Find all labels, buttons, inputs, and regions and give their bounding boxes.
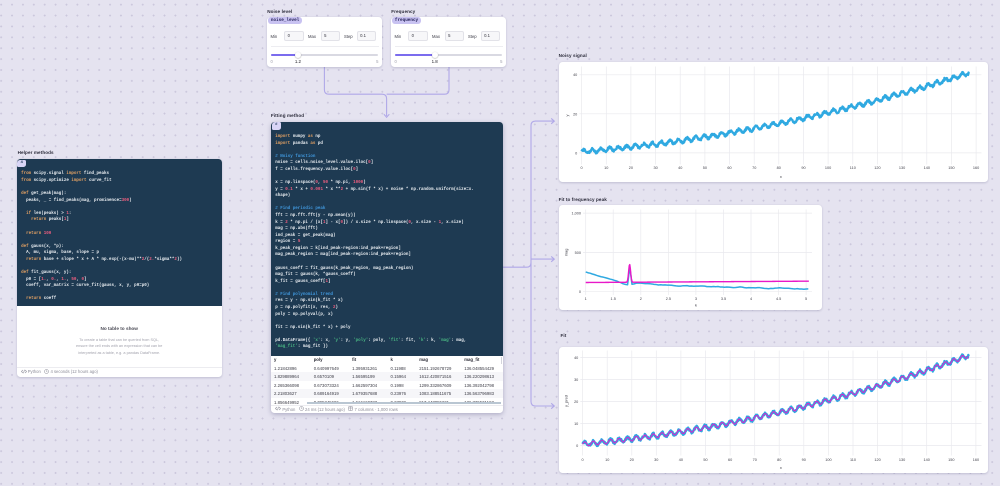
- svg-text:120: 120: [874, 458, 880, 462]
- svg-text:150: 150: [948, 458, 954, 462]
- svg-text:20: 20: [630, 458, 634, 462]
- svg-text:60: 60: [728, 458, 732, 462]
- svg-text:90: 90: [802, 458, 806, 462]
- svg-text:100: 100: [825, 458, 831, 462]
- svg-text:160: 160: [973, 458, 979, 462]
- svg-text:10: 10: [605, 458, 609, 462]
- svg-text:140: 140: [924, 458, 930, 462]
- svg-text:20: 20: [574, 400, 578, 404]
- svg-text:0: 0: [582, 458, 584, 462]
- svg-text:40: 40: [679, 458, 683, 462]
- svg-text:110: 110: [850, 458, 856, 462]
- svg-text:50: 50: [703, 458, 707, 462]
- svg-text:40: 40: [574, 356, 578, 360]
- svg-text:80: 80: [777, 458, 781, 462]
- svg-text:130: 130: [899, 458, 905, 462]
- svg-text:30: 30: [574, 378, 578, 382]
- svg-text:x: x: [780, 465, 782, 470]
- svg-text:0: 0: [576, 444, 578, 448]
- svg-text:70: 70: [753, 458, 757, 462]
- svg-text:30: 30: [654, 458, 658, 462]
- svg-text:10: 10: [574, 422, 578, 426]
- svg-text:y_pred: y_pred: [564, 395, 569, 407]
